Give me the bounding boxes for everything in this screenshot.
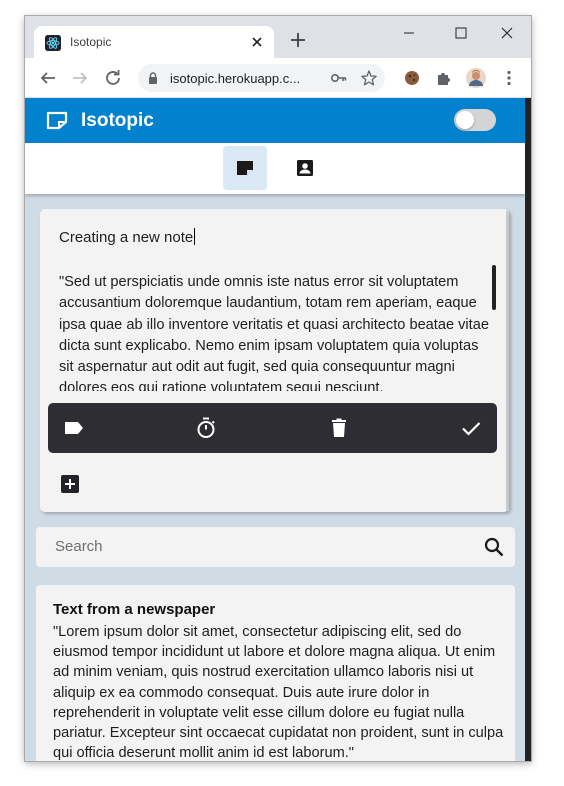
close-window-button[interactable] — [484, 20, 530, 46]
delete-button[interactable] — [327, 416, 351, 440]
minimize-button[interactable] — [386, 20, 432, 46]
react-favicon-icon — [45, 35, 61, 51]
url-text: isotopic.herokuapp.c... — [170, 71, 301, 86]
extensions-puzzle-icon[interactable] — [434, 68, 454, 88]
browser-window: Isotopic isotopic.herokuapp.c... Isotopi… — [25, 16, 531, 761]
tag-button[interactable] — [62, 416, 86, 440]
note-logo-icon — [46, 111, 68, 135]
timer-icon — [197, 417, 215, 438]
timer-button[interactable] — [194, 416, 218, 440]
app-nav — [25, 143, 525, 194]
editor-edge — [506, 211, 509, 511]
browser-toolbar: isotopic.herokuapp.c... — [25, 58, 531, 98]
note-card-title: Text from a newspaper — [53, 601, 216, 618]
note-card-body: "Lorem ipsum dolor sit amet, consectetur… — [53, 624, 504, 761]
confirm-button[interactable] — [459, 416, 483, 440]
app-title: Isotopic — [81, 110, 154, 131]
note-body-textarea[interactable]: "Sed ut perspiciatis unde omnis iste nat… — [59, 272, 491, 391]
address-bar[interactable]: isotopic.herokuapp.c... — [138, 64, 385, 92]
maximize-button[interactable] — [438, 20, 484, 46]
check-icon — [462, 422, 481, 436]
tab-contacts[interactable] — [283, 146, 327, 190]
search-input[interactable]: Search — [55, 538, 103, 555]
app-header: Isotopic — [25, 98, 525, 143]
new-tab-button[interactable] — [287, 29, 309, 51]
note-icon — [237, 161, 253, 175]
text-caret — [194, 228, 196, 245]
close-tab-icon[interactable] — [248, 33, 266, 51]
menu-kebab-icon[interactable] — [499, 68, 519, 88]
toggle-knob — [456, 111, 474, 129]
delete-icon — [332, 418, 346, 437]
forward-button[interactable] — [68, 66, 92, 90]
tag-icon — [65, 422, 83, 434]
profile-avatar[interactable] — [466, 68, 486, 88]
note-card[interactable]: Text from a newspaper "Lorem ipsum dolor… — [36, 585, 515, 761]
bookmark-star-icon[interactable] — [360, 69, 378, 92]
add-item-icon[interactable] — [61, 475, 79, 493]
key-icon[interactable] — [330, 70, 348, 91]
editor-scrollbar[interactable] — [492, 265, 496, 310]
page-scrollbar[interactable] — [525, 98, 531, 761]
note-editor: Creating a new note "Sed ut perspiciatis… — [40, 209, 509, 512]
extension-cookie-icon[interactable] — [402, 68, 422, 88]
note-action-bar — [48, 403, 497, 453]
reload-button[interactable] — [101, 66, 125, 90]
tab-title: Isotopic — [70, 35, 112, 49]
theme-toggle[interactable] — [454, 109, 496, 131]
search-icon[interactable] — [483, 536, 505, 563]
tab-strip: Isotopic — [25, 16, 531, 58]
tab-notes[interactable] — [223, 146, 267, 190]
browser-tab[interactable]: Isotopic — [34, 26, 274, 58]
contact-icon — [297, 160, 313, 176]
search-bar[interactable]: Search — [36, 527, 515, 567]
note-title-value: Creating a new note — [59, 229, 194, 246]
back-button[interactable] — [36, 66, 60, 90]
lock-icon[interactable] — [146, 71, 160, 90]
note-title-input[interactable]: Creating a new note — [59, 228, 196, 246]
app-viewport: Isotopic Creating a new note "Sed ut per… — [25, 98, 531, 761]
